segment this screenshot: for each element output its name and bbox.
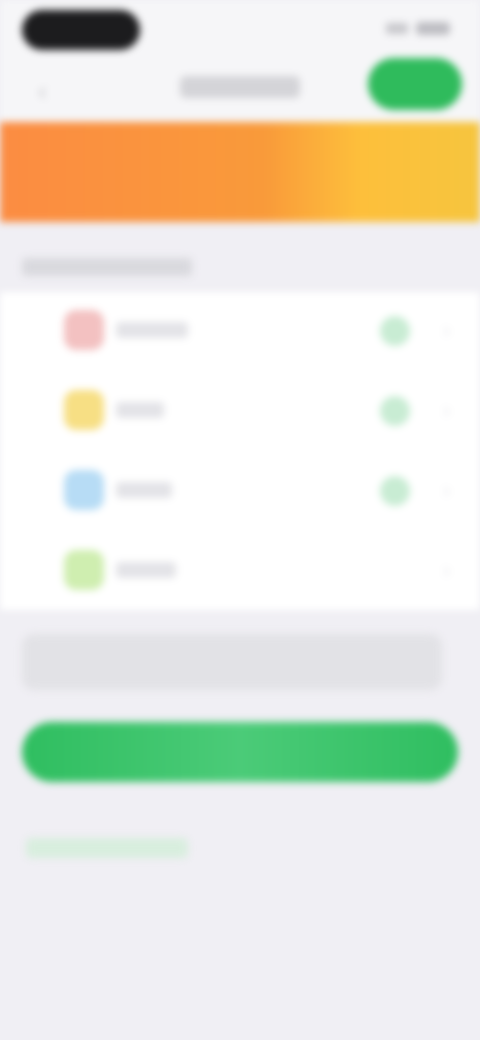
chevron-right-icon: › — [443, 560, 450, 582]
list-item-label — [116, 562, 176, 578]
section-header — [22, 258, 192, 276]
list-item[interactable]: › — [0, 292, 480, 372]
checkmark-icon — [380, 316, 410, 346]
list-item[interactable]: › — [0, 452, 480, 532]
list-item-icon — [64, 550, 104, 590]
dynamic-island — [22, 10, 140, 50]
signal-icon — [386, 23, 408, 34]
chevron-right-icon: › — [443, 320, 450, 342]
secondary-link[interactable] — [26, 838, 188, 858]
list-item-label — [116, 402, 164, 418]
list-item-icon — [64, 470, 104, 510]
back-chevron-icon[interactable]: ‹ — [38, 76, 47, 107]
list-item-label — [116, 322, 188, 338]
nav-action-button[interactable] — [368, 58, 462, 110]
list-item-icon — [64, 390, 104, 430]
hero-banner — [0, 122, 480, 222]
primary-button[interactable] — [22, 722, 458, 782]
chevron-right-icon: › — [443, 480, 450, 502]
nav-title — [180, 76, 300, 98]
navigation-bar: ‹ — [0, 56, 480, 122]
battery-icon — [416, 22, 450, 35]
status-bar — [0, 0, 480, 60]
list-item[interactable]: › — [0, 372, 480, 452]
status-icons — [386, 22, 450, 35]
list-item-icon — [64, 310, 104, 350]
list-item-label — [116, 482, 172, 498]
checkmark-icon — [380, 396, 410, 426]
chevron-right-icon: › — [443, 400, 450, 422]
info-card — [22, 634, 442, 690]
checkmark-icon — [380, 476, 410, 506]
options-list: › › › › — [0, 292, 480, 610]
list-item[interactable]: › — [0, 532, 480, 612]
